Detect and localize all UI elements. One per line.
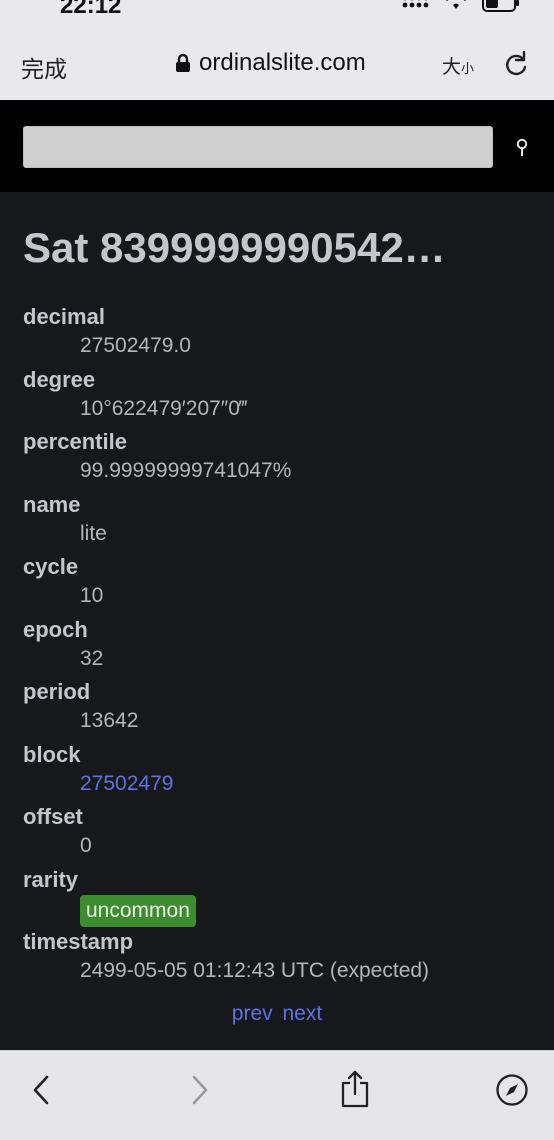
lock-icon	[175, 53, 191, 73]
wifi-icon	[444, 0, 468, 11]
prop-value-timestamp: 2499-05-05 01:12:43 UTC (expected)	[80, 956, 533, 991]
prop-value-block: 27502479	[80, 769, 533, 804]
rarity-badge: uncommon	[80, 895, 196, 927]
compass-icon[interactable]	[495, 1073, 529, 1107]
search-icon[interactable]	[514, 138, 530, 158]
sat-properties: decimal 27502479.0 degree 10°622479′207″…	[23, 303, 533, 991]
reload-icon[interactable]	[503, 50, 529, 78]
prop-label-rarity: rarity	[23, 866, 533, 894]
pager: prev next	[0, 1002, 554, 1026]
status-bar: 22:12	[0, 0, 554, 30]
prop-value-degree: 10°622479′207″0‴	[80, 394, 533, 429]
prop-label-offset: offset	[23, 803, 533, 831]
browser-toolbar	[0, 1050, 554, 1140]
page-title: Sat 8399999990542…	[23, 224, 528, 272]
prop-value-decimal: 27502479.0	[80, 331, 533, 366]
prop-value-percentile: 99.99999999741047%	[80, 456, 533, 491]
cellular-signal-icon	[402, 0, 430, 11]
done-button[interactable]: 完成	[21, 50, 67, 84]
prop-label-degree: degree	[23, 366, 533, 394]
prop-value-offset: 0	[80, 831, 533, 866]
prop-label-cycle: cycle	[23, 553, 533, 581]
prop-label-decimal: decimal	[23, 303, 533, 331]
next-link[interactable]: next	[283, 1002, 323, 1025]
prev-link[interactable]: prev	[232, 1002, 273, 1025]
battery-icon	[482, 0, 520, 12]
text-size-button[interactable]: 大小	[442, 52, 474, 79]
prop-label-percentile: percentile	[23, 428, 533, 456]
prop-value-period: 13642	[80, 706, 533, 741]
share-icon[interactable]	[340, 1069, 370, 1109]
chevron-right-icon[interactable]	[189, 1073, 211, 1107]
url-text: ordinalslite.com	[199, 49, 366, 77]
prop-label-period: period	[23, 678, 533, 706]
prop-label-name: name	[23, 491, 533, 519]
status-icons	[402, 0, 520, 12]
status-time: 22:12	[60, 0, 121, 20]
browser-address-bar: 完成 ordinalslite.com 大小	[0, 30, 554, 101]
site-header	[0, 100, 554, 192]
prop-label-timestamp: timestamp	[23, 928, 533, 956]
prop-label-block: block	[23, 741, 533, 769]
prop-label-epoch: epoch	[23, 616, 533, 644]
prop-value-rarity: uncommon	[80, 894, 533, 929]
text-size-large-label: 大	[442, 57, 461, 78]
prop-value-epoch: 32	[80, 644, 533, 679]
block-link[interactable]: 27502479	[80, 772, 173, 795]
url-display[interactable]: ordinalslite.com	[175, 49, 366, 77]
prop-value-name: lite	[80, 519, 533, 554]
search-input[interactable]	[23, 126, 493, 168]
prop-value-cycle: 10	[80, 581, 533, 616]
text-size-small-label: 小	[461, 61, 474, 76]
chevron-left-icon[interactable]	[30, 1073, 52, 1107]
